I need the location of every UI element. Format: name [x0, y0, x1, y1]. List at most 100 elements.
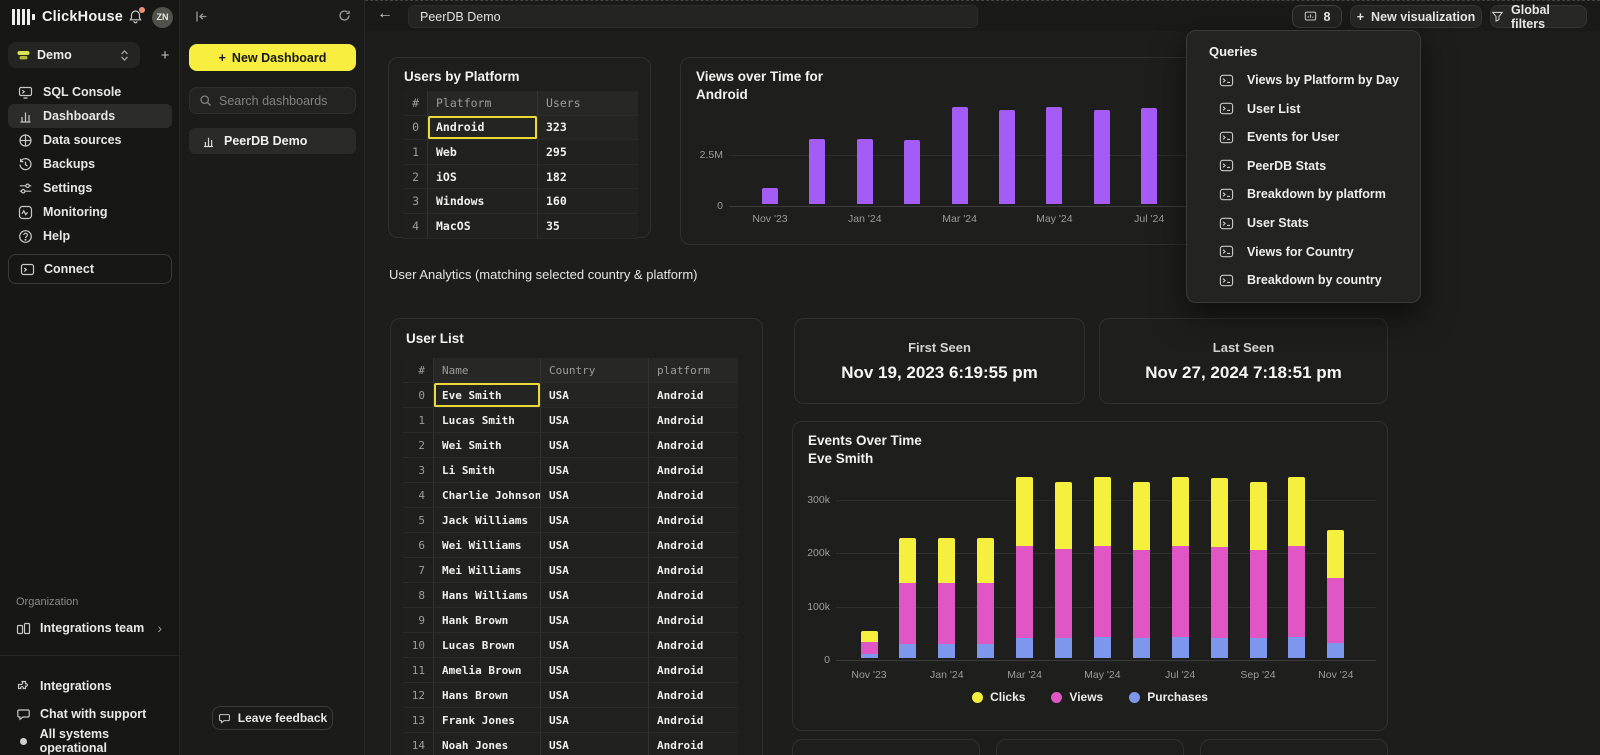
row-index-cell[interactable]: 4	[403, 214, 428, 239]
add-service-button[interactable]: +	[155, 42, 175, 68]
table-cell[interactable]: Android	[649, 433, 738, 458]
row-index-cell[interactable]: 6	[403, 533, 434, 558]
row-index-cell[interactable]: 4	[403, 483, 434, 508]
row-index-cell[interactable]: 3	[403, 458, 434, 483]
new-dashboard-button[interactable]: + New Dashboard	[189, 44, 356, 71]
table-cell[interactable]: Android	[649, 383, 738, 408]
table-cell[interactable]: Mei Williams	[434, 558, 541, 583]
query-item[interactable]: User Stats	[1199, 209, 1411, 237]
table-cell[interactable]: Android	[649, 408, 738, 433]
table-cell[interactable]: Android	[428, 116, 538, 141]
query-item[interactable]: Events for User	[1199, 123, 1411, 151]
row-index-cell[interactable]: 8	[403, 583, 434, 608]
refresh-icon[interactable]	[338, 9, 351, 27]
row-index-cell[interactable]: 5	[403, 508, 434, 533]
table-cell[interactable]: USA	[541, 608, 649, 633]
query-item[interactable]: Views for Country	[1199, 238, 1411, 266]
sidebar-item-help[interactable]: Help	[8, 224, 172, 248]
sidebar-item-data-sources[interactable]: Data sources	[8, 128, 172, 152]
table-cell[interactable]: USA	[541, 558, 649, 583]
table-cell[interactable]: 295	[538, 140, 638, 165]
legend-item[interactable]: Clicks	[972, 690, 1025, 704]
row-index-cell[interactable]: 14	[403, 733, 434, 755]
table-cell[interactable]: iOS	[428, 165, 538, 190]
table-cell[interactable]: Hans Williams	[434, 583, 541, 608]
row-index-cell[interactable]: 1	[403, 140, 428, 165]
table-cell[interactable]: Android	[649, 458, 738, 483]
connect-button[interactable]: Connect	[8, 254, 172, 284]
table-cell[interactable]: Android	[649, 533, 738, 558]
table-cell[interactable]: USA	[541, 683, 649, 708]
table-cell[interactable]: USA	[541, 658, 649, 683]
visualization-count-button[interactable]: 8	[1292, 5, 1342, 28]
back-arrow-icon[interactable]: ←	[377, 5, 393, 23]
row-index-cell[interactable]: 12	[403, 683, 434, 708]
table-cell[interactable]: 182	[538, 165, 638, 190]
user-avatar[interactable]: ZN	[152, 7, 173, 28]
table-cell[interactable]: 35	[538, 214, 638, 239]
table-cell[interactable]: Android	[649, 483, 738, 508]
table-cell[interactable]: USA	[541, 708, 649, 733]
row-index-cell[interactable]: 10	[403, 633, 434, 658]
table-cell[interactable]: Android	[649, 608, 738, 633]
table-cell[interactable]: USA	[541, 383, 649, 408]
table-cell[interactable]: Wei Smith	[434, 433, 541, 458]
new-visualization-button[interactable]: + New visualization	[1350, 5, 1482, 28]
table-cell[interactable]: USA	[541, 583, 649, 608]
table-cell[interactable]: Charlie Johnson	[434, 483, 541, 508]
legend-item[interactable]: Purchases	[1129, 690, 1208, 704]
table-cell[interactable]: USA	[541, 533, 649, 558]
notifications-bell-icon[interactable]	[128, 9, 144, 25]
row-index-cell[interactable]: 3	[403, 189, 428, 214]
table-cell[interactable]: Web	[428, 140, 538, 165]
sidebar-item-monitoring[interactable]: Monitoring	[8, 200, 172, 224]
row-index-cell[interactable]: 11	[403, 658, 434, 683]
sidebar-item-integrations[interactable]: Integrations	[8, 674, 172, 698]
table-cell[interactable]: Android	[649, 733, 738, 755]
table-cell[interactable]: Li Smith	[434, 458, 541, 483]
collapse-sidebar-icon[interactable]	[194, 9, 209, 29]
table-cell[interactable]: Lucas Brown	[434, 633, 541, 658]
sidebar-item-sql-console[interactable]: SQL Console	[8, 80, 172, 104]
row-index-cell[interactable]: 0	[403, 383, 434, 408]
row-index-cell[interactable]: 2	[403, 165, 428, 190]
row-index-cell[interactable]: 7	[403, 558, 434, 583]
table-cell[interactable]: Wei Williams	[434, 533, 541, 558]
table-cell[interactable]: Android	[649, 708, 738, 733]
table-cell[interactable]: USA	[541, 508, 649, 533]
table-cell[interactable]: Hank Brown	[434, 608, 541, 633]
table-cell[interactable]: Noah Jones	[434, 733, 541, 755]
table-cell[interactable]: USA	[541, 733, 649, 755]
table-cell[interactable]: USA	[541, 408, 649, 433]
row-index-cell[interactable]: 1	[403, 408, 434, 433]
query-item[interactable]: Breakdown by country	[1199, 266, 1411, 294]
table-cell[interactable]: Frank Jones	[434, 708, 541, 733]
workspace-select[interactable]: Demo	[8, 42, 140, 68]
global-filters-button[interactable]: Global filters	[1490, 5, 1587, 28]
table-cell[interactable]: Jack Williams	[434, 508, 541, 533]
dashboard-title-input[interactable]	[408, 5, 978, 28]
row-index-cell[interactable]: 0	[403, 116, 428, 141]
table-cell[interactable]: Android	[649, 658, 738, 683]
query-item[interactable]: Breakdown by platform	[1199, 180, 1411, 208]
table-cell[interactable]: USA	[541, 458, 649, 483]
sidebar-item-chat-support[interactable]: Chat with support	[8, 702, 172, 726]
legend-item[interactable]: Views	[1051, 690, 1103, 704]
table-cell[interactable]: Windows	[428, 189, 538, 214]
query-item[interactable]: User List	[1199, 95, 1411, 123]
table-cell[interactable]: Android	[649, 683, 738, 708]
table-cell[interactable]: USA	[541, 483, 649, 508]
table-cell[interactable]: Android	[649, 508, 738, 533]
table-cell[interactable]: Android	[649, 633, 738, 658]
query-item[interactable]: PeerDB Stats	[1199, 152, 1411, 180]
sidebar-item-integrations-team[interactable]: Integrations team ›	[8, 615, 172, 641]
sidebar-item-settings[interactable]: Settings	[8, 176, 172, 200]
dashboard-list-item[interactable]: PeerDB Demo	[189, 128, 356, 154]
leave-feedback-button[interactable]: Leave feedback	[212, 706, 333, 730]
table-cell[interactable]: USA	[541, 633, 649, 658]
row-index-cell[interactable]: 13	[403, 708, 434, 733]
row-index-cell[interactable]: 9	[403, 608, 434, 633]
query-item[interactable]: Views by Platform by Day	[1199, 66, 1411, 94]
table-cell[interactable]: MacOS	[428, 214, 538, 239]
table-cell[interactable]: Amelia Brown	[434, 658, 541, 683]
